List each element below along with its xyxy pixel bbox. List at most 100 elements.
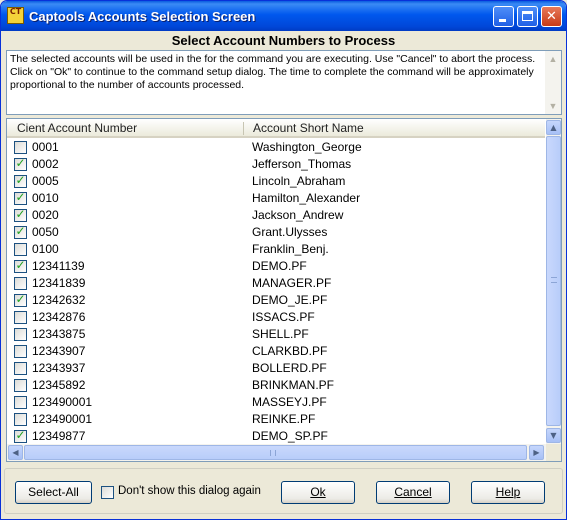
- table-row[interactable]: 0001 Washington_George: [7, 139, 547, 156]
- row-checkbox[interactable]: ✓: [14, 428, 27, 443]
- account-short-name: REINKE.PF: [252, 412, 316, 426]
- account-number: 12343907: [32, 344, 86, 358]
- scroll-right-icon[interactable]: ▶: [529, 445, 544, 460]
- row-checkbox[interactable]: ✓: [14, 224, 27, 239]
- account-short-name: Grant.Ulysses: [252, 225, 328, 239]
- account-number: 12345892: [32, 378, 86, 392]
- row-checkbox[interactable]: [14, 328, 27, 341]
- account-short-name: Hamilton_Alexander: [252, 191, 361, 205]
- row-checkbox[interactable]: ✓: [14, 156, 27, 171]
- window-title: Captools Accounts Selection Screen: [29, 9, 256, 24]
- table-row[interactable]: ✓ 0020 Jackson_Andrew: [7, 207, 547, 224]
- dialog-window: CT Captools Accounts Selection Screen ✕ …: [0, 0, 567, 520]
- column-divider[interactable]: [243, 122, 244, 135]
- account-number: 0010: [32, 191, 59, 205]
- select-all-button[interactable]: Select-All: [15, 481, 92, 504]
- account-short-name: Washington_George: [252, 140, 362, 154]
- table-row[interactable]: 12342876 ISSACS.PF: [7, 309, 547, 326]
- row-checkbox[interactable]: [14, 243, 27, 256]
- account-number: 12349877: [32, 429, 86, 443]
- description-scrollbar[interactable]: ▲ ▼: [545, 51, 561, 114]
- account-number: 0002: [32, 157, 59, 171]
- horizontal-scrollbar[interactable]: ◀ ▶: [7, 444, 546, 461]
- account-short-name: MASSEYJ.PF: [252, 395, 327, 409]
- row-checkbox[interactable]: [14, 345, 27, 358]
- account-short-name: BOLLERD.PF: [252, 361, 327, 375]
- scroll-up-icon[interactable]: ▲: [546, 52, 560, 66]
- description-text: The selected accounts will be used in th…: [10, 53, 536, 91]
- row-checkbox[interactable]: [14, 413, 27, 426]
- check-icon: ✓: [15, 156, 26, 170]
- row-checkbox[interactable]: [14, 277, 27, 290]
- table-row[interactable]: 0100 Franklin_Benj.: [7, 241, 547, 258]
- account-short-name: SHELL.PF: [252, 327, 309, 341]
- account-number: 0050: [32, 225, 59, 239]
- table-row[interactable]: 12343937 BOLLERD.PF: [7, 360, 547, 377]
- table-row[interactable]: 12341839 MANAGER.PF: [7, 275, 547, 292]
- check-icon: ✓: [15, 207, 26, 221]
- list-header: Cient Account Number Account Short Name: [7, 119, 545, 138]
- check-icon: ✓: [15, 292, 26, 306]
- table-row[interactable]: 123490001 MASSEYJ.PF: [7, 394, 547, 411]
- cancel-label: Cancel: [394, 485, 432, 499]
- table-row[interactable]: ✓ 0050 Grant.Ulysses: [7, 224, 547, 241]
- dont-show-checkbox[interactable]: [101, 486, 114, 499]
- table-row[interactable]: ✓ 12349877 DEMO_SP.PF: [7, 428, 547, 445]
- table-row[interactable]: ✓ 12341139 DEMO.PF: [7, 258, 547, 275]
- column-header-short-name[interactable]: Account Short Name: [253, 121, 364, 135]
- app-icon: CT: [7, 7, 24, 24]
- check-icon: ✓: [15, 428, 26, 442]
- table-row[interactable]: 12343907 CLARKBD.PF: [7, 343, 547, 360]
- account-short-name: Lincoln_Abraham: [252, 174, 346, 188]
- account-number: 0020: [32, 208, 59, 222]
- dont-show-label[interactable]: Don't show this dialog again: [118, 485, 261, 497]
- title-bar[interactable]: CT Captools Accounts Selection Screen ✕: [1, 1, 566, 31]
- scroll-thumb[interactable]: [546, 136, 561, 426]
- cancel-button[interactable]: Cancel: [376, 481, 450, 504]
- row-checkbox[interactable]: [14, 141, 27, 154]
- close-button[interactable]: ✕: [541, 6, 562, 27]
- scroll-down-icon[interactable]: ▼: [546, 99, 560, 113]
- scrollbar-corner: [546, 444, 561, 461]
- row-checkbox[interactable]: [14, 379, 27, 392]
- ok-button[interactable]: Ok: [281, 481, 355, 504]
- row-checkbox[interactable]: [14, 311, 27, 324]
- vertical-scrollbar[interactable]: ▲ ▼: [546, 119, 561, 444]
- help-button[interactable]: Help: [471, 481, 545, 504]
- account-short-name: Jackson_Andrew: [252, 208, 344, 222]
- table-row[interactable]: ✓ 0005 Lincoln_Abraham: [7, 173, 547, 190]
- maximize-button[interactable]: [517, 6, 538, 27]
- account-number: 12342632: [32, 293, 86, 307]
- description-box: The selected accounts will be used in th…: [6, 50, 562, 115]
- scroll-up-icon[interactable]: ▲: [546, 120, 561, 135]
- close-icon: ✕: [546, 9, 557, 24]
- row-checkbox[interactable]: ✓: [14, 292, 27, 307]
- table-row[interactable]: ✓ 0002 Jefferson_Thomas: [7, 156, 547, 173]
- row-checkbox[interactable]: ✓: [14, 173, 27, 188]
- button-bar: Select-All Don't show this dialog again …: [4, 468, 563, 514]
- minimize-button[interactable]: [493, 6, 514, 27]
- account-number: 12343875: [32, 327, 86, 341]
- account-short-name: DEMO_SP.PF: [252, 429, 328, 443]
- table-row[interactable]: 123490001 REINKE.PF: [7, 411, 547, 428]
- scroll-thumb[interactable]: [24, 445, 527, 460]
- check-icon: ✓: [15, 173, 26, 187]
- check-icon: ✓: [15, 258, 26, 272]
- table-row[interactable]: ✓ 12342632 DEMO_JE.PF: [7, 292, 547, 309]
- column-header-account-number[interactable]: Cient Account Number: [17, 121, 137, 135]
- account-number: 123490001: [32, 412, 93, 426]
- account-number: 0005: [32, 174, 59, 188]
- row-checkbox[interactable]: ✓: [14, 258, 27, 273]
- page-title: Select Account Numbers to Process: [171, 33, 396, 48]
- table-row[interactable]: 12345892 BRINKMAN.PF: [7, 377, 547, 394]
- scroll-left-icon[interactable]: ◀: [8, 445, 23, 460]
- scroll-down-icon[interactable]: ▼: [546, 428, 561, 443]
- row-checkbox[interactable]: ✓: [14, 207, 27, 222]
- account-short-name: Franklin_Benj.: [252, 242, 329, 256]
- row-checkbox[interactable]: [14, 396, 27, 409]
- table-row[interactable]: 12343875 SHELL.PF: [7, 326, 547, 343]
- row-checkbox[interactable]: [14, 362, 27, 375]
- row-checkbox[interactable]: ✓: [14, 190, 27, 205]
- table-row[interactable]: ✓ 0010 Hamilton_Alexander: [7, 190, 547, 207]
- minimize-icon: [499, 19, 506, 22]
